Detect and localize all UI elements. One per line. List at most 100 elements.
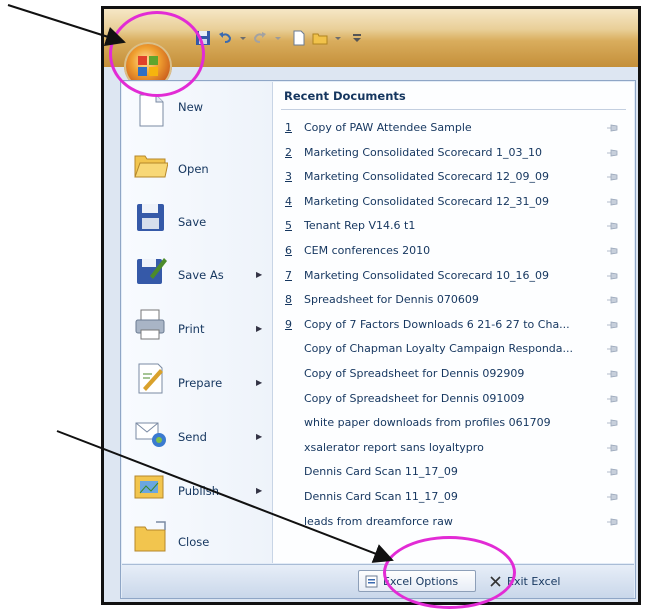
menu-item-label: Open [178,162,209,176]
menu-item-close[interactable]: Close [122,513,272,565]
recent-document-name: Spreadsheet for Dennis 070609 [304,293,479,307]
excel-window: New Open Save Save As ▶ Print ▶ Prepare ▶ Send ▶ Pu… [101,6,641,605]
recent-document-item[interactable]: 4 Marketing Consolidated Scorecard 12_31_… [273,190,634,214]
recent-document-name: xsalerator report sans loyaltypro [304,440,484,454]
recent-document-item[interactable]: 2 Marketing Consolidated Scorecard 1_03_1… [273,141,634,165]
customize-dropdown-icon[interactable] [349,30,365,46]
pin-icon[interactable] [606,321,620,329]
menu-item-send[interactable]: Send ▶ [122,408,272,460]
recent-document-name: Copy of Spreadsheet for Dennis 092909 [304,367,525,380]
recent-document-name: Marketing Consolidated Scorecard 1_03_10 [304,145,542,159]
recent-documents-title: Recent Documents [284,89,406,103]
recent-document-item[interactable]: Dennis Card Scan 11_17_09 [273,485,634,509]
pin-icon[interactable] [606,493,620,501]
menu-item-print[interactable]: Print ▶ [122,300,272,352]
recent-document-number: 5 [285,219,292,233]
options-icon [365,575,378,588]
pin-icon[interactable] [606,444,620,452]
floppy-disk-icon [137,204,164,231]
pin-icon[interactable] [606,173,620,181]
menu-item-new[interactable]: New [122,86,272,138]
recent-document-item[interactable]: Dennis Card Scan 11_17_09 [273,460,634,484]
recent-document-item[interactable]: Copy of Chapman Loyalty Campaign Respond… [273,337,634,361]
pin-icon[interactable] [606,149,620,157]
recent-document-item[interactable]: 5 Tenant Rep V14.6 t1 [273,214,634,238]
publish-icon [134,475,164,499]
recent-document-item[interactable]: Copy of Spreadsheet for Dennis 092909 [273,362,634,386]
recent-document-name: Copy of PAW Attendee Sample [304,121,472,134]
recent-document-item[interactable]: 9 Copy of 7 Factors Downloads 6 21-6 27 t… [273,313,634,337]
pin-icon[interactable] [606,296,620,304]
recent-document-number: 8 [285,293,292,307]
send-icon [135,422,166,447]
recent-document-number: 2 [285,145,292,159]
menu-item-open[interactable]: Open [122,140,272,192]
recent-document-number: 3 [285,170,292,184]
recent-document-item[interactable]: leads from dreamforce raw [273,510,634,534]
recent-document-name: Marketing Consolidated Scorecard 12_09_0… [304,170,549,184]
recent-documents-divider [281,109,626,110]
save-as-icon [137,258,167,284]
menu-item-label: New [178,100,204,114]
recent-document-name: Dennis Card Scan 11_17_09 [304,490,458,503]
recent-document-item[interactable]: 1 Copy of PAW Attendee Sample [273,116,634,140]
menu-item-label: Send [178,430,207,444]
recent-document-number: 4 [285,194,292,208]
exit-excel-label: Exit Excel [507,575,561,588]
pin-icon[interactable] [606,222,620,230]
open-folder-icon[interactable] [312,30,328,46]
pin-icon[interactable] [606,518,620,526]
recent-document-number: 9 [285,317,292,331]
excel-options-button[interactable]: Excel Options [358,570,476,592]
save-icon[interactable] [195,30,211,46]
recent-document-name: Copy of Chapman Loyalty Campaign Respond… [304,342,574,356]
undo-dropdown-icon[interactable] [235,30,251,46]
office-logo-icon [138,56,158,76]
pin-icon[interactable] [606,468,620,476]
prepare-icon [138,363,163,394]
menu-item-publish[interactable]: Publish ▶ [122,462,272,514]
excel-options-label: Excel Options [383,575,459,588]
pin-icon[interactable] [606,198,620,206]
open-folder-icon [134,155,168,178]
exit-excel-button[interactable]: Exit Excel [482,570,630,592]
new-document-icon[interactable] [291,30,307,46]
submenu-arrow-icon: ▶ [256,486,263,495]
menu-item-save-as[interactable]: Save As ▶ [122,246,272,298]
recent-document-name: white paper downloads from profiles 0617… [304,416,551,430]
menu-item-label: Save [178,215,207,229]
recent-document-name: CEM conferences 2010 [304,244,431,257]
recent-document-number: 7 [285,268,292,282]
submenu-arrow-icon: ▶ [256,270,263,279]
pin-icon[interactable] [606,247,620,255]
office-menu: New Open Save Save As ▶ Print ▶ Prepare ▶ Send ▶ Pu… [120,80,636,599]
submenu-arrow-icon: ▶ [256,378,263,387]
menu-item-save[interactable]: Save [122,193,272,245]
recent-document-name: leads from dreamforce raw [304,514,453,528]
recent-document-item[interactable]: 3 Marketing Consolidated Scorecard 12_09_… [273,165,634,189]
open-dropdown-icon[interactable] [330,30,346,46]
redo-dropdown-icon[interactable] [270,30,286,46]
redo-icon[interactable] [252,30,268,46]
recent-document-name: Marketing Consolidated Scorecard 12_31_0… [304,194,549,208]
recent-document-item[interactable]: 6 CEM conferences 2010 [273,239,634,263]
pin-icon[interactable] [606,345,620,353]
submenu-arrow-icon: ▶ [256,324,263,333]
recent-document-item[interactable]: white paper downloads from profiles 0617… [273,411,634,435]
menu-item-label: Save As [178,268,224,282]
undo-icon[interactable] [217,30,233,46]
menu-item-prepare[interactable]: Prepare ▶ [122,354,272,406]
pin-icon[interactable] [606,419,620,427]
recent-document-item[interactable]: xsalerator report sans loyaltypro [273,436,634,460]
pin-icon[interactable] [606,370,620,378]
recent-documents-panel: Recent Documents 1 Copy of PAW Attendee S… [273,82,634,563]
recent-document-item[interactable]: Copy of Spreadsheet for Dennis 091009 [273,387,634,411]
recent-document-item[interactable]: 7 Marketing Consolidated Scorecard 10_16_… [273,264,634,288]
pin-icon[interactable] [606,124,620,132]
pin-icon[interactable] [606,272,620,280]
menu-item-label: Print [178,322,205,336]
recent-document-name: Tenant Rep V14.6 t1 [304,219,416,233]
printer-icon [135,309,165,340]
recent-document-item[interactable]: 8 Spreadsheet for Dennis 070609 [273,288,634,312]
pin-icon[interactable] [606,395,620,403]
